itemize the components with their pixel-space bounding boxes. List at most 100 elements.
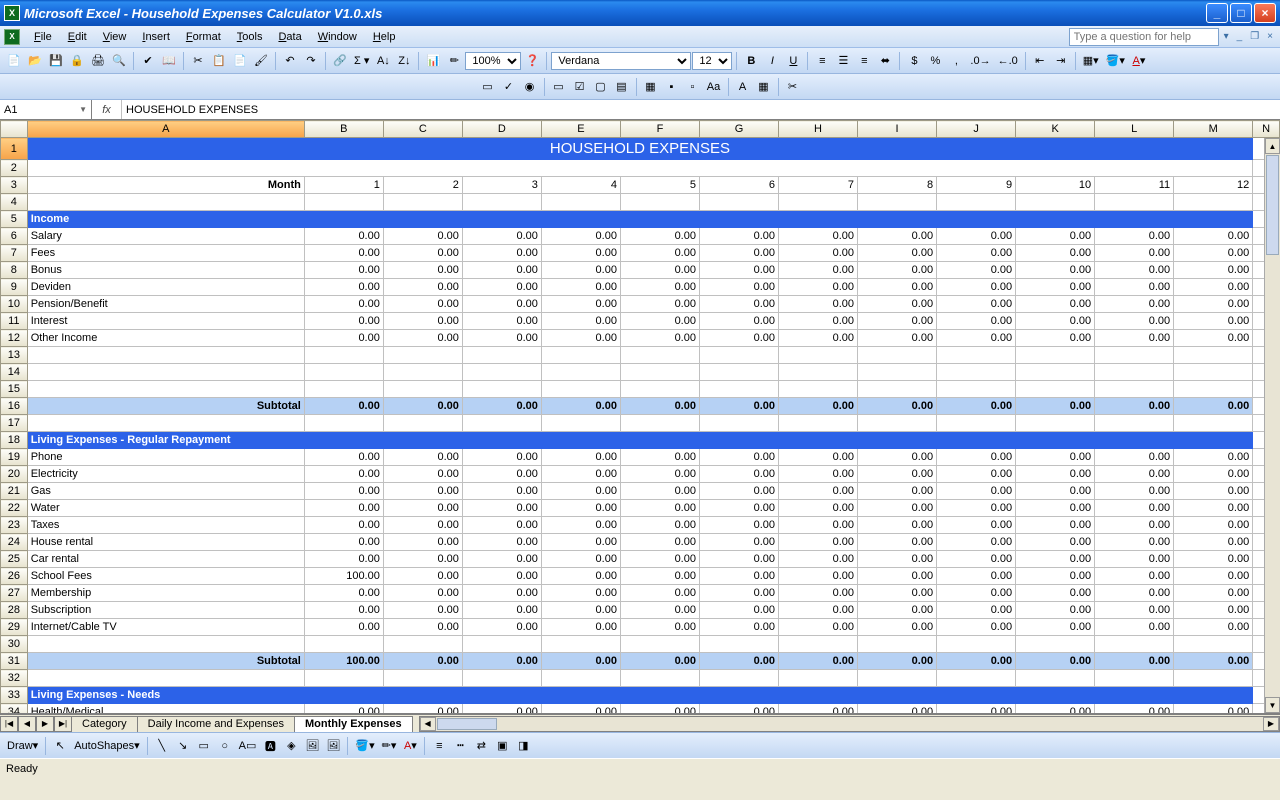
cell[interactable]: 0.00: [858, 602, 937, 619]
cell[interactable]: 100.00: [304, 568, 383, 585]
hscroll-thumb[interactable]: [437, 718, 497, 730]
cell[interactable]: 0.00: [620, 585, 699, 602]
month-col[interactable]: 11: [1095, 177, 1174, 194]
cell[interactable]: 0.00: [1095, 619, 1174, 636]
cell[interactable]: 0.00: [620, 704, 699, 715]
cell[interactable]: 0.00: [1095, 228, 1174, 245]
cell[interactable]: 0.00: [937, 500, 1016, 517]
cell[interactable]: 0.00: [304, 245, 383, 262]
col-header-D[interactable]: D: [462, 121, 541, 138]
picture-button[interactable]: 🖼: [323, 736, 343, 756]
cell[interactable]: 0.00: [699, 500, 778, 517]
cell[interactable]: 0.00: [699, 262, 778, 279]
line-style-button[interactable]: ≡: [429, 736, 449, 756]
cell[interactable]: 0.00: [1016, 228, 1095, 245]
form-tool-14[interactable]: ✂: [783, 77, 803, 97]
row-header-7[interactable]: 7: [1, 245, 28, 262]
row-label[interactable]: Membership: [27, 585, 304, 602]
cell[interactable]: 0.00: [304, 619, 383, 636]
font-color-draw-button[interactable]: A▾: [400, 736, 420, 756]
cell[interactable]: 0.00: [1016, 619, 1095, 636]
cell[interactable]: 0.00: [779, 330, 858, 347]
cell[interactable]: 0.00: [1174, 449, 1253, 466]
cell[interactable]: 0.00: [858, 313, 937, 330]
row-label[interactable]: Water: [27, 500, 304, 517]
row-header-18[interactable]: 18: [1, 432, 28, 449]
form-tool-2[interactable]: ✓: [499, 77, 519, 97]
cell[interactable]: 0.00: [1174, 619, 1253, 636]
scroll-up-button[interactable]: ▲: [1265, 138, 1280, 154]
arrow-button[interactable]: ↘: [173, 736, 193, 756]
row-header-17[interactable]: 17: [1, 415, 28, 432]
cell[interactable]: 0.00: [779, 551, 858, 568]
sheet-tab-monthly-expenses[interactable]: Monthly Expenses: [294, 716, 413, 732]
cell[interactable]: 0.00: [858, 568, 937, 585]
cell[interactable]: 0.00: [1095, 466, 1174, 483]
cell[interactable]: 0.00: [620, 296, 699, 313]
col-header-G[interactable]: G: [699, 121, 778, 138]
form-tool-8[interactable]: ▦: [641, 77, 661, 97]
form-tool-6[interactable]: ▢: [591, 77, 611, 97]
copy-button[interactable]: 📋: [209, 51, 229, 71]
subtotal-cell[interactable]: 0.00: [383, 398, 462, 415]
decrease-indent-button[interactable]: ⇤: [1030, 51, 1050, 71]
form-tool-9[interactable]: ▪: [662, 77, 682, 97]
cell[interactable]: 0.00: [541, 330, 620, 347]
cell[interactable]: 0.00: [699, 279, 778, 296]
select-objects-button[interactable]: ↖: [50, 736, 70, 756]
percent-button[interactable]: %: [925, 51, 945, 71]
autoshapes-menu[interactable]: AutoShapes ▾: [71, 736, 142, 756]
cell[interactable]: 0.00: [620, 262, 699, 279]
cell[interactable]: 0.00: [541, 500, 620, 517]
cell[interactable]: 0.00: [937, 262, 1016, 279]
chart-button[interactable]: 📊: [423, 51, 443, 71]
cell[interactable]: 0.00: [1095, 500, 1174, 517]
cell[interactable]: 0.00: [1174, 568, 1253, 585]
vertical-scrollbar[interactable]: ▲ ▼: [1264, 138, 1280, 713]
app-icon[interactable]: X: [4, 29, 20, 45]
cell[interactable]: 0.00: [462, 466, 541, 483]
cell[interactable]: 0.00: [1095, 602, 1174, 619]
col-header-M[interactable]: M: [1174, 121, 1253, 138]
cell[interactable]: 0.00: [1174, 279, 1253, 296]
subtotal-cell[interactable]: 0.00: [937, 653, 1016, 670]
cell[interactable]: 0.00: [541, 483, 620, 500]
cell[interactable]: 0.00: [1016, 466, 1095, 483]
wordart-button[interactable]: 🅰: [260, 736, 280, 756]
cell[interactable]: 0.00: [1174, 330, 1253, 347]
cell[interactable]: 0.00: [1016, 534, 1095, 551]
tab-nav-next[interactable]: ▶: [36, 716, 54, 732]
cell[interactable]: 0.00: [541, 568, 620, 585]
cell[interactable]: 0.00: [383, 602, 462, 619]
cut-button[interactable]: ✂: [188, 51, 208, 71]
row-header-22[interactable]: 22: [1, 500, 28, 517]
month-col[interactable]: 7: [779, 177, 858, 194]
row-header-4[interactable]: 4: [1, 194, 28, 211]
cell[interactable]: 0.00: [699, 466, 778, 483]
cell[interactable]: 0.00: [620, 245, 699, 262]
cell[interactable]: 0.00: [620, 568, 699, 585]
cell[interactable]: 0.00: [462, 279, 541, 296]
cell[interactable]: 0.00: [620, 228, 699, 245]
doc-close-button[interactable]: ×: [1264, 29, 1276, 44]
doc-minimize-button[interactable]: _: [1234, 29, 1246, 44]
menu-format[interactable]: Format: [178, 28, 229, 46]
month-col[interactable]: 6: [699, 177, 778, 194]
arrow-style-button[interactable]: ⇄: [471, 736, 491, 756]
row-label[interactable]: Fees: [27, 245, 304, 262]
row-label[interactable]: Internet/Cable TV: [27, 619, 304, 636]
cell[interactable]: 0.00: [462, 313, 541, 330]
cell[interactable]: 0.00: [304, 704, 383, 715]
cell[interactable]: 0.00: [462, 245, 541, 262]
subtotal-cell[interactable]: 0.00: [383, 653, 462, 670]
subtotal-cell[interactable]: 0.00: [304, 398, 383, 415]
cell[interactable]: 0.00: [620, 313, 699, 330]
cell[interactable]: 0.00: [779, 534, 858, 551]
cell[interactable]: 0.00: [620, 279, 699, 296]
italic-button[interactable]: I: [762, 51, 782, 71]
cell[interactable]: 0.00: [541, 551, 620, 568]
month-col[interactable]: 8: [858, 177, 937, 194]
help-dropdown-button[interactable]: ▾: [1221, 29, 1232, 44]
row-header-14[interactable]: 14: [1, 364, 28, 381]
form-tool-3[interactable]: ◉: [520, 77, 540, 97]
